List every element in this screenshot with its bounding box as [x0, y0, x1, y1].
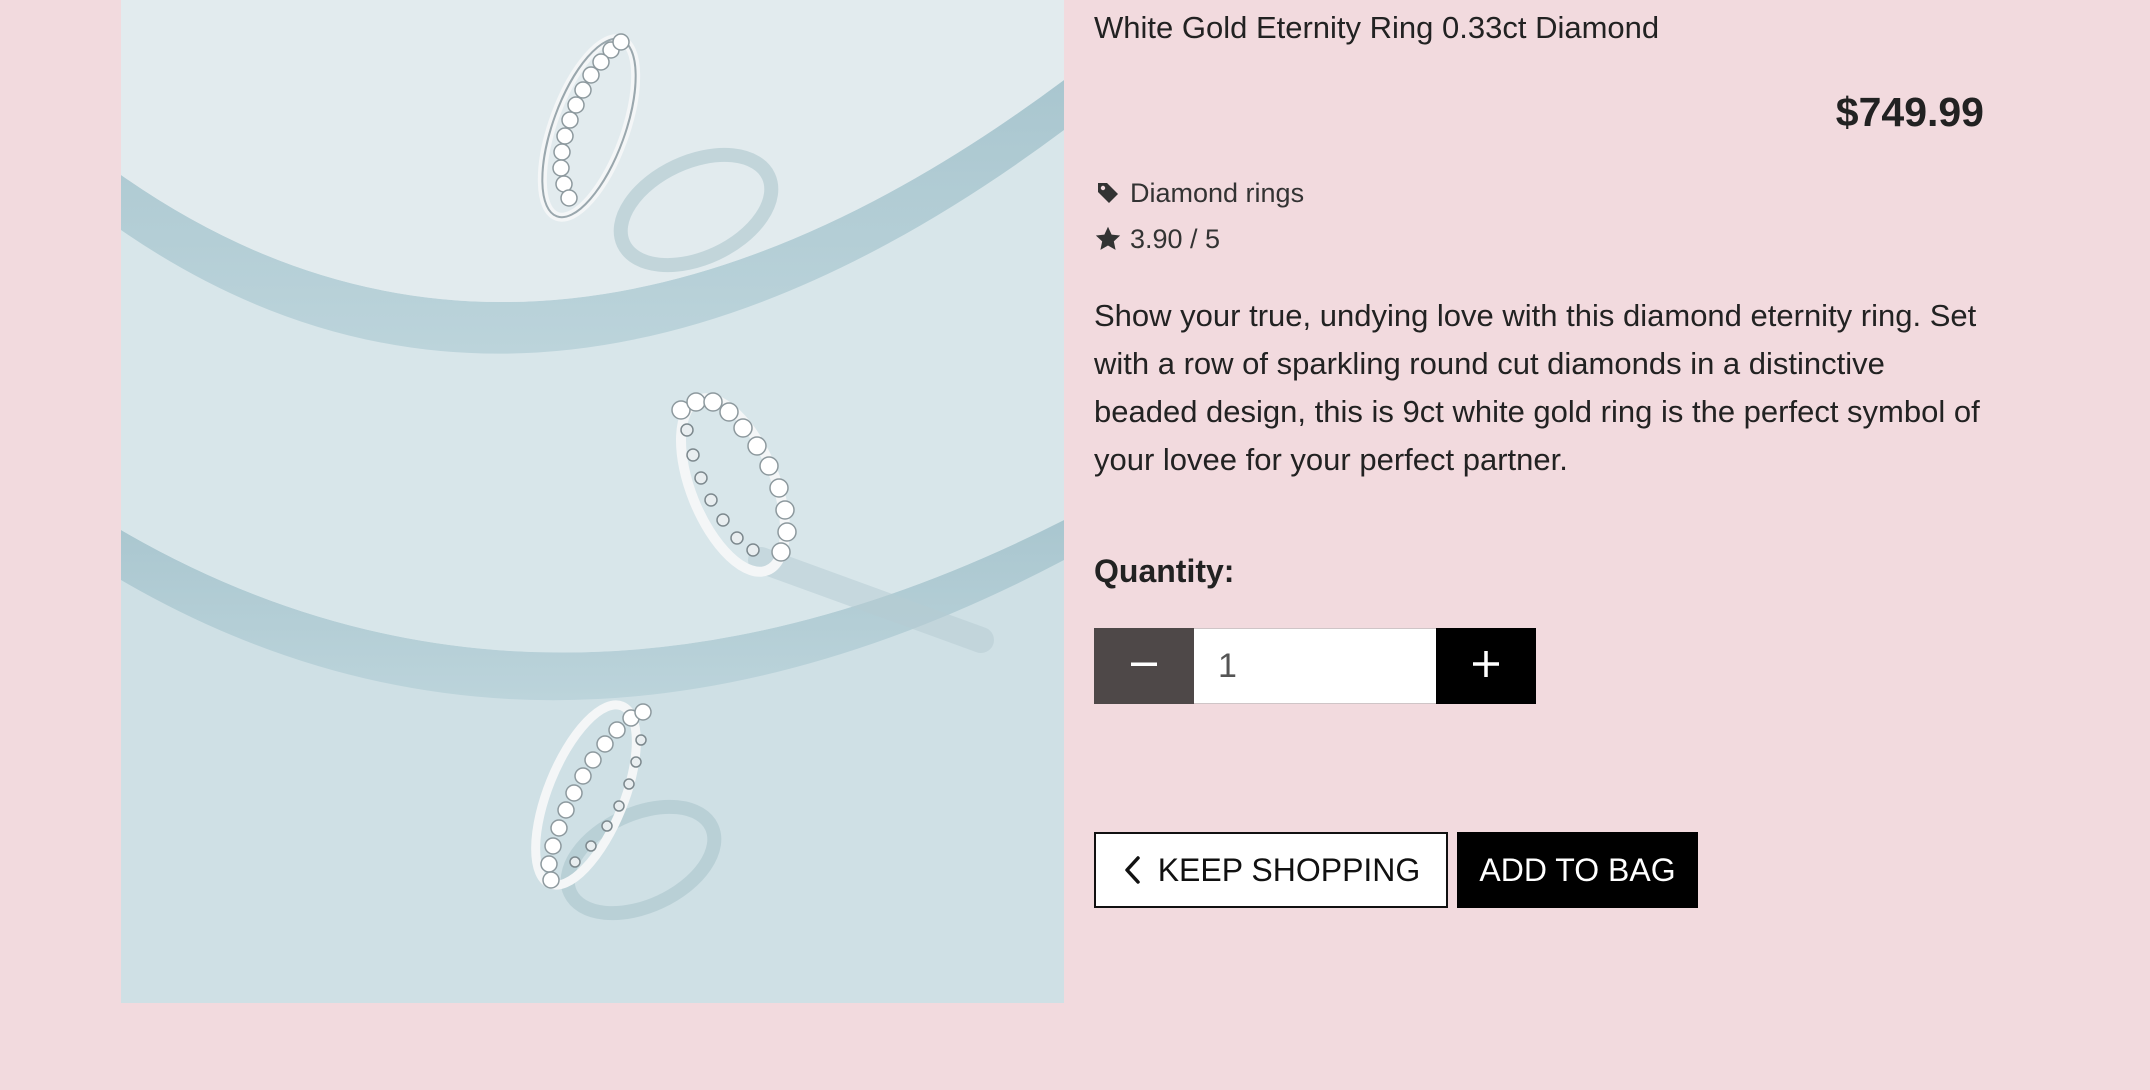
product-price: $749.99 — [1835, 89, 1984, 135]
add-to-bag-label: ADD TO BAG — [1479, 851, 1676, 888]
product-image — [121, 0, 1064, 1003]
keep-shopping-label: KEEP SHOPPING — [1157, 851, 1421, 888]
product-rating: 3.90 / 5 — [1094, 222, 1220, 256]
eternity-rings-photo — [121, 0, 1064, 1003]
rating-value: 3.90 / 5 — [1130, 224, 1221, 254]
keep-shopping-button[interactable]: KEEP SHOPPING — [1094, 832, 1448, 908]
product-description: Show your true, undying love with this d… — [1094, 298, 1980, 477]
chevron-left-icon — [1122, 855, 1142, 885]
product-detail-page: White Gold Eternity Ring 0.33ct Diamond … — [0, 0, 2150, 1090]
category-label[interactable]: Diamond rings — [1130, 176, 1304, 210]
plus-icon — [1472, 650, 1500, 683]
minus-icon — [1130, 650, 1158, 683]
quantity-input[interactable] — [1194, 628, 1436, 704]
decrease-quantity-button[interactable] — [1094, 628, 1194, 704]
product-actions: KEEP SHOPPING ADD TO BAG — [1094, 832, 1698, 908]
quantity-label: Quantity: — [1094, 553, 1235, 589]
increase-quantity-button[interactable] — [1436, 628, 1536, 704]
quantity-stepper — [1094, 628, 1536, 704]
product-title: White Gold Eternity Ring 0.33ct Diamond — [1094, 10, 1660, 45]
product-category: Diamond rings — [1094, 176, 1304, 210]
add-to-bag-button[interactable]: ADD TO BAG — [1457, 832, 1698, 908]
star-icon — [1094, 225, 1122, 253]
tag-icon — [1094, 179, 1122, 207]
